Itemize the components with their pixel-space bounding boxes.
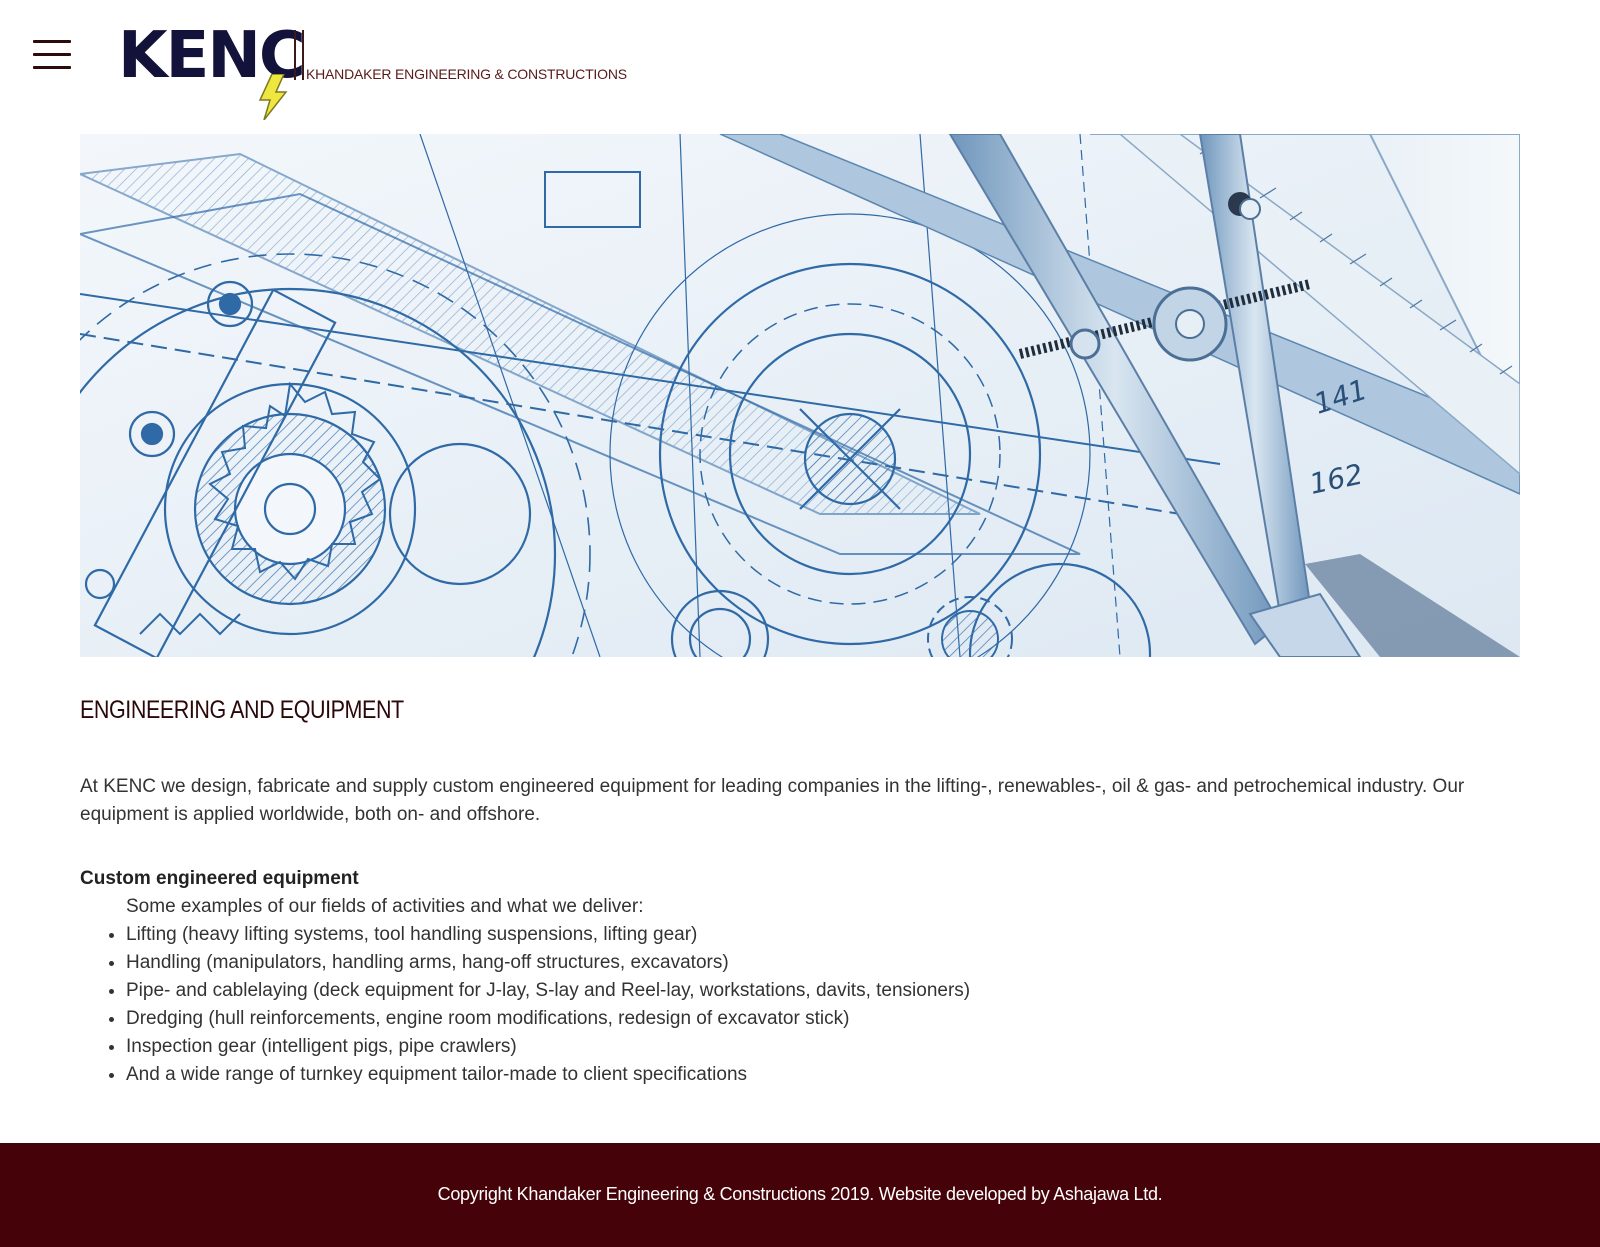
blueprint-illustration: 141 162: [80, 134, 1520, 657]
page-title: ENGINEERING AND EQUIPMENT: [80, 696, 404, 724]
site-header: KENC KHANDAKER ENGINEERING & CONSTRUCTIO…: [0, 0, 1600, 134]
intro-paragraph: At KENC we design, fabricate and supply …: [80, 776, 1465, 825]
list-item: Handling (manipulators, handling arms, h…: [126, 949, 1520, 977]
activities-list: Lifting (heavy lifting systems, tool han…: [80, 921, 1520, 1089]
logo-company-name: KHANDAKER ENGINEERING & CONSTRUCTIONS: [306, 66, 627, 82]
footer-copyright: Copyright Khandaker Engineering & Constr…: [437, 1184, 1163, 1204]
logo-divider: [294, 30, 304, 80]
list-item: Dredging (hull reinforcements, engine ro…: [126, 1005, 1520, 1033]
section-lead: Some examples of our fields of activitie…: [126, 896, 644, 917]
hamburger-menu-icon[interactable]: [33, 40, 71, 70]
list-item: Inspection gear (intelligent pigs, pipe …: [126, 1033, 1520, 1061]
company-logo[interactable]: KENC KHANDAKER ENGINEERING & CONSTRUCTIO…: [118, 24, 658, 124]
lightning-bolt-icon: [258, 74, 288, 120]
site-footer: Copyright Khandaker Engineering & Constr…: [0, 1143, 1600, 1247]
main-content: ENGINEERING AND EQUIPMENT At KENC we des…: [80, 696, 1520, 1089]
section-subheading: Custom engineered equipment: [80, 868, 359, 889]
list-item: Lifting (heavy lifting systems, tool han…: [126, 921, 1520, 949]
list-item: Pipe- and cablelaying (deck equipment fo…: [126, 977, 1520, 1005]
hero-banner-image: 141 162: [80, 134, 1520, 657]
list-item: And a wide range of turnkey equipment ta…: [126, 1061, 1520, 1089]
